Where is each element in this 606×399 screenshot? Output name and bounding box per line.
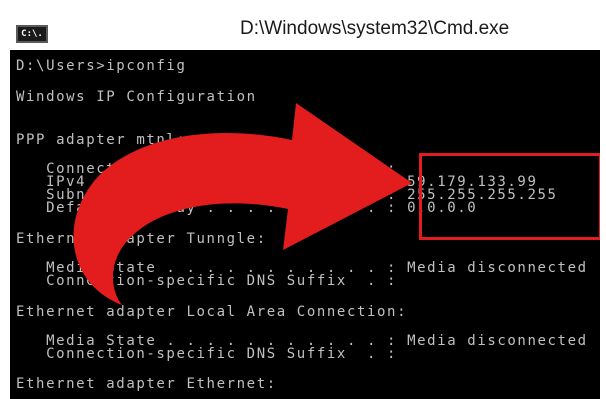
red-curved-arrow-icon	[73, 103, 413, 305]
